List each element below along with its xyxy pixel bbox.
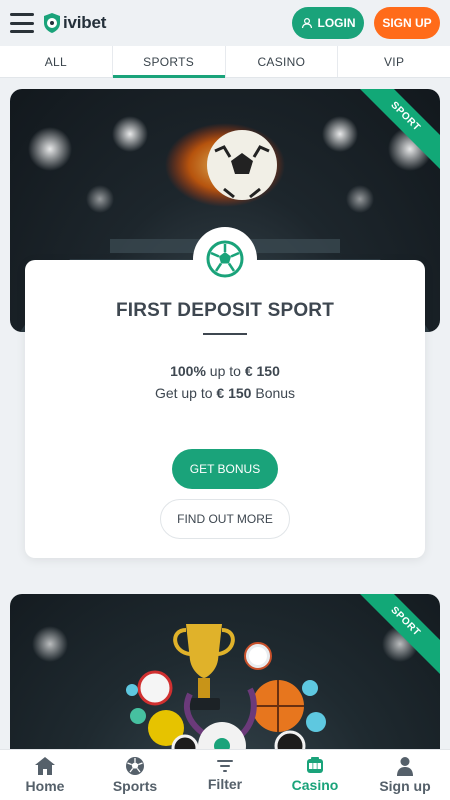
bottom-navigation: Home Sports Filter Casino Sign up: [0, 749, 450, 800]
get-bonus-button[interactable]: GET BONUS: [172, 449, 278, 489]
promo-bonus-line: Get up to € 150 Bonus: [25, 385, 425, 401]
tab-all[interactable]: ALL: [0, 46, 113, 77]
nav-label: Sports: [112, 778, 158, 794]
find-out-more-button[interactable]: FIND OUT MORE: [160, 499, 290, 539]
offer-text: up to: [205, 363, 245, 379]
tab-vip[interactable]: VIP: [338, 46, 450, 77]
soccer-badge: [193, 227, 257, 291]
login-label: LOGIN: [317, 16, 356, 30]
bonus-amount: € 150: [216, 385, 252, 401]
nav-label: Filter: [207, 776, 243, 792]
tab-label: CASINO: [257, 54, 306, 69]
nav-label: Sign up: [379, 778, 431, 794]
tab-label: VIP: [384, 54, 405, 69]
nav-home[interactable]: Home: [0, 750, 90, 800]
logo-text: ivibet: [63, 13, 107, 32]
login-button[interactable]: LOGIN: [292, 7, 364, 39]
promo-card: FIRST DEPOSIT SPORT 100% up to € 150 Get…: [25, 260, 425, 558]
top-header: ivibet LOGIN SIGN UP: [0, 0, 450, 46]
tab-label: ALL: [44, 54, 67, 69]
shield-ball-logo-icon: [44, 13, 60, 33]
title-divider: [203, 333, 247, 335]
logo[interactable]: ivibet: [42, 12, 106, 34]
bonus-suffix: Bonus: [251, 385, 296, 401]
category-tabs: ALL SPORTS CASINO VIP: [0, 46, 450, 78]
slot-machine-icon: [307, 757, 323, 773]
promo-title: FIRST DEPOSIT SPORT: [115, 300, 335, 321]
user-icon: [397, 757, 413, 776]
nav-sports[interactable]: Sports: [90, 750, 180, 800]
soccer-ball-icon: [126, 757, 144, 775]
offer-amount: € 150: [244, 363, 280, 379]
nav-label: Home: [25, 778, 65, 794]
offer-percent: 100%: [170, 363, 206, 379]
promo-offer-line: 100% up to € 150: [25, 363, 425, 379]
nav-label: Casino: [291, 777, 339, 793]
tab-casino[interactable]: CASINO: [226, 46, 339, 77]
tab-label: SPORTS: [143, 54, 195, 69]
home-icon: [35, 757, 55, 775]
tab-sports[interactable]: SPORTS: [112, 46, 226, 78]
page: ivibet LOGIN SIGN UP ALL SPORTS CASINO V…: [0, 0, 450, 800]
nav-casino[interactable]: Casino: [270, 750, 360, 800]
soccer-ball-icon: [206, 240, 244, 278]
nav-filter[interactable]: Filter: [180, 750, 270, 800]
user-outline-icon: [301, 17, 312, 29]
signup-label: SIGN UP: [382, 16, 432, 30]
nav-signup[interactable]: Sign up: [360, 750, 450, 800]
bonus-text: Get up to: [154, 385, 217, 401]
menu-icon[interactable]: [10, 13, 34, 33]
signup-button[interactable]: SIGN UP: [374, 7, 440, 39]
filter-icon: [217, 760, 233, 772]
